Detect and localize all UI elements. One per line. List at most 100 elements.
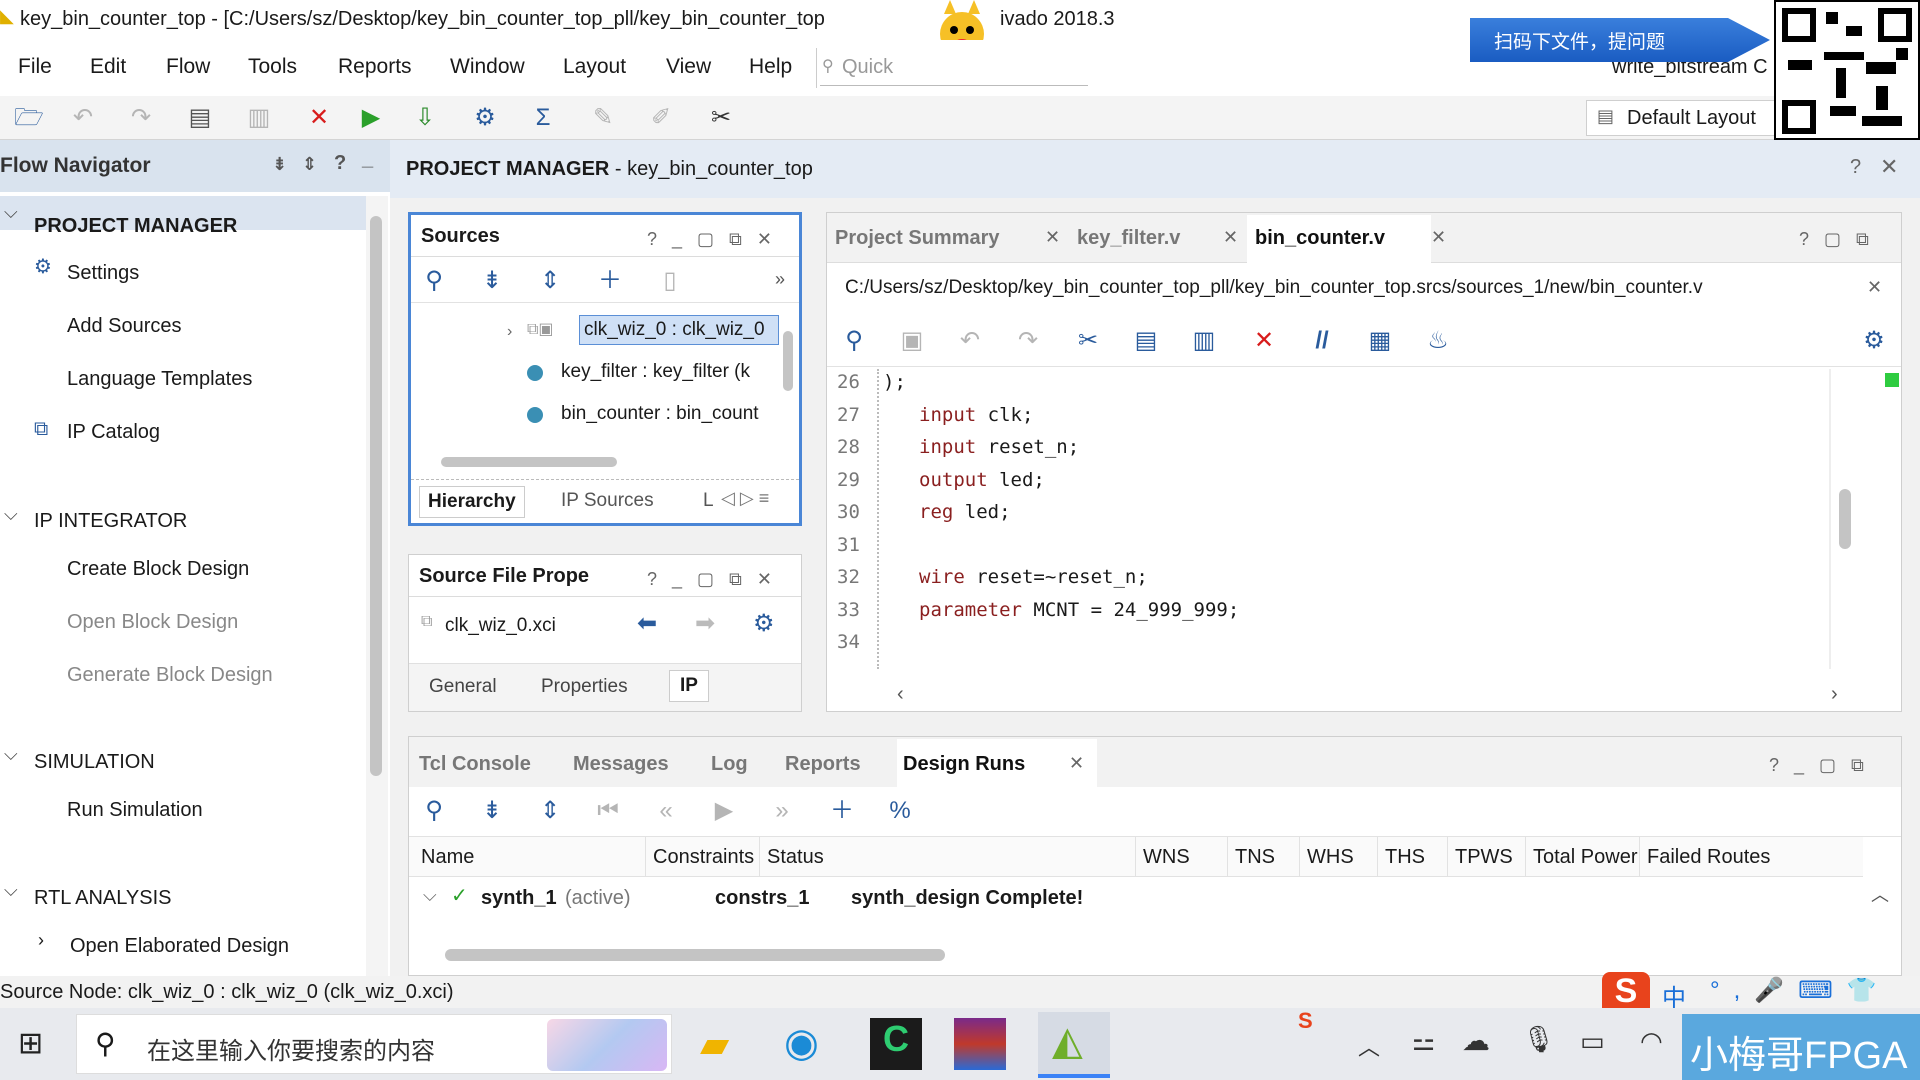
- close-icon[interactable]: ✕: [1223, 227, 1238, 248]
- nav-ip-catalog[interactable]: IP Catalog: [67, 421, 160, 444]
- search-icon[interactable]: ⚲: [419, 797, 449, 825]
- nav-open-elaborated-design[interactable]: Open Elaborated Design: [70, 935, 289, 958]
- save-icon[interactable]: ▣: [897, 327, 927, 355]
- minimize-icon[interactable]: _: [362, 148, 373, 171]
- settings-gear-icon[interactable]: ⚙: [470, 104, 500, 132]
- collapse-all-icon[interactable]: ⇟: [477, 267, 507, 295]
- menu-layout[interactable]: Layout: [563, 55, 626, 79]
- nav-open-block-design[interactable]: Open Block Design: [67, 611, 238, 634]
- microphone-icon[interactable]: 🎙: [1522, 1024, 1555, 1055]
- delete-icon[interactable]: ✕: [1249, 327, 1279, 355]
- tab-ip[interactable]: IP: [669, 670, 709, 702]
- menu-edit[interactable]: Edit: [90, 55, 126, 79]
- nav-settings[interactable]: Settings: [67, 262, 139, 285]
- close-icon[interactable]: ✕: [1069, 753, 1084, 774]
- copy-icon[interactable]: ▤: [1131, 327, 1161, 355]
- tab-design-runs[interactable]: Design Runs: [903, 753, 1025, 776]
- table-row[interactable]: ⌵ ✓ synth_1 (active) constrs_1 synth_des…: [409, 877, 1863, 917]
- taskbar-search-box[interactable]: ⚲ 在这里输入你要搜索的内容: [76, 1014, 672, 1074]
- tab-scroll-arrows-icon[interactable]: ◁ ▷ ≡: [721, 488, 769, 509]
- menu-tools[interactable]: Tools: [248, 55, 297, 79]
- nav-scroll-thumb[interactable]: [370, 216, 382, 776]
- forward-arrow-icon[interactable]: ➡: [695, 609, 715, 638]
- tab-libraries[interactable]: L: [703, 490, 714, 512]
- play-icon[interactable]: ▶: [709, 797, 739, 825]
- chevron-down-icon[interactable]: ⌵: [4, 202, 18, 223]
- windows-start-icon[interactable]: ⊞: [18, 1026, 43, 1061]
- delete-icon[interactable]: ✕: [304, 104, 334, 132]
- chevron-down-icon[interactable]: ⌵: [4, 880, 18, 901]
- paste-icon[interactable]: ▥: [1189, 327, 1219, 355]
- comment-icon[interactable]: //: [1307, 327, 1337, 355]
- wifi-icon[interactable]: ◠: [1640, 1026, 1663, 1057]
- tab-log[interactable]: Log: [711, 753, 748, 776]
- nav-run-simulation[interactable]: Run Simulation: [67, 799, 203, 822]
- panel-controls-icon[interactable]: ? _ ▢ ⧉: [1769, 755, 1864, 776]
- column-header[interactable]: WNS: [1143, 846, 1190, 869]
- tab-reports[interactable]: Reports: [785, 753, 861, 776]
- add-sources-icon[interactable]: ＋: [595, 267, 625, 295]
- copy-icon[interactable]: ▤: [185, 104, 215, 132]
- close-icon[interactable]: ✕: [1880, 154, 1898, 180]
- tree-item-key-filter[interactable]: key_filter : key_filter (k: [561, 361, 779, 383]
- sources-hscroll-thumb[interactable]: [441, 457, 617, 467]
- program-icon[interactable]: ⇩: [410, 104, 440, 132]
- column-header[interactable]: WHS: [1307, 846, 1354, 869]
- probe-icon[interactable]: ✐: [646, 104, 676, 132]
- redo-icon[interactable]: ↷: [126, 104, 156, 132]
- close-icon[interactable]: ✕: [1045, 227, 1060, 248]
- section-rtl-analysis[interactable]: RTL ANALYSIS: [34, 887, 171, 910]
- back-arrow-icon[interactable]: ⬅: [637, 609, 657, 638]
- debug-icon[interactable]: ✎: [588, 104, 618, 132]
- expand-all-icon[interactable]: ⇕: [302, 154, 317, 175]
- first-icon[interactable]: ⏮: [593, 797, 623, 825]
- scroll-left-icon[interactable]: ‹: [897, 683, 904, 706]
- tab-tcl-console[interactable]: Tcl Console: [419, 753, 531, 776]
- add-run-icon[interactable]: ＋: [827, 797, 857, 825]
- tab-bin-counter[interactable]: bin_counter.v: [1255, 227, 1385, 250]
- expand-all-icon[interactable]: ⇕: [535, 797, 565, 825]
- scroll-right-icon[interactable]: ›: [1831, 683, 1838, 706]
- editor-app-icon[interactable]: C: [870, 1018, 922, 1070]
- help-icon[interactable]: ?: [334, 152, 346, 175]
- file-explorer-icon[interactable]: ▰: [700, 1022, 729, 1067]
- menu-file[interactable]: File: [18, 55, 52, 79]
- column-header[interactable]: TPWS: [1455, 846, 1513, 869]
- settings-gear-icon[interactable]: ⚙: [1859, 327, 1889, 355]
- chevron-right-icon[interactable]: ›: [38, 930, 44, 951]
- onedrive-icon[interactable]: ☁: [1462, 1024, 1490, 1057]
- cut-icon[interactable]: ✂: [1073, 327, 1103, 355]
- chevron-down-icon[interactable]: ⌵: [423, 885, 437, 906]
- redo-icon[interactable]: ↷: [1013, 327, 1043, 355]
- column-header[interactable]: Status: [767, 846, 824, 869]
- winrar-icon[interactable]: [954, 1018, 1006, 1070]
- run-icon[interactable]: ▶: [356, 104, 386, 132]
- menu-help[interactable]: Help: [749, 55, 792, 79]
- close-icon[interactable]: ✕: [1867, 277, 1882, 298]
- section-ip-integrator[interactable]: IP INTEGRATOR: [34, 510, 187, 533]
- chevron-up-icon[interactable]: ︿: [1358, 1030, 1380, 1062]
- sogou-tray-icon[interactable]: S: [1298, 1008, 1313, 1034]
- tab-hierarchy[interactable]: Hierarchy: [419, 486, 525, 518]
- sigma-icon[interactable]: Σ: [528, 104, 558, 132]
- panel-controls-icon[interactable]: ? _ ▢ ⧉ ✕: [647, 229, 772, 250]
- panel-controls-icon[interactable]: ? _ ▢ ⧉ ✕: [647, 569, 772, 590]
- percent-icon[interactable]: %: [885, 797, 915, 825]
- menu-view[interactable]: View: [666, 55, 711, 79]
- previous-icon[interactable]: «: [651, 797, 681, 825]
- column-header[interactable]: Total Power: [1533, 846, 1638, 869]
- lightbulb-icon[interactable]: ♨: [1423, 327, 1453, 355]
- tree-item-bin-counter[interactable]: bin_counter : bin_count: [561, 403, 779, 425]
- vivado-taskbar-button[interactable]: ◭: [1038, 1012, 1110, 1078]
- expand-all-icon[interactable]: ⇕: [535, 267, 565, 295]
- tab-key-filter[interactable]: key_filter.v: [1077, 227, 1180, 250]
- collapse-all-icon[interactable]: ⇟: [477, 797, 507, 825]
- quick-search-input[interactable]: ⚲ Quick: [820, 50, 1088, 86]
- column-header[interactable]: Failed Routes: [1647, 846, 1770, 869]
- open-project-icon[interactable]: 🗁: [14, 104, 44, 132]
- tree-item-clk-wiz[interactable]: clk_wiz_0 : clk_wiz_0: [579, 315, 779, 345]
- menu-window[interactable]: Window: [450, 55, 525, 79]
- menu-flow[interactable]: Flow: [166, 55, 210, 79]
- tab-ip-sources[interactable]: IP Sources: [561, 490, 654, 512]
- nav-create-block-design[interactable]: Create Block Design: [67, 558, 249, 581]
